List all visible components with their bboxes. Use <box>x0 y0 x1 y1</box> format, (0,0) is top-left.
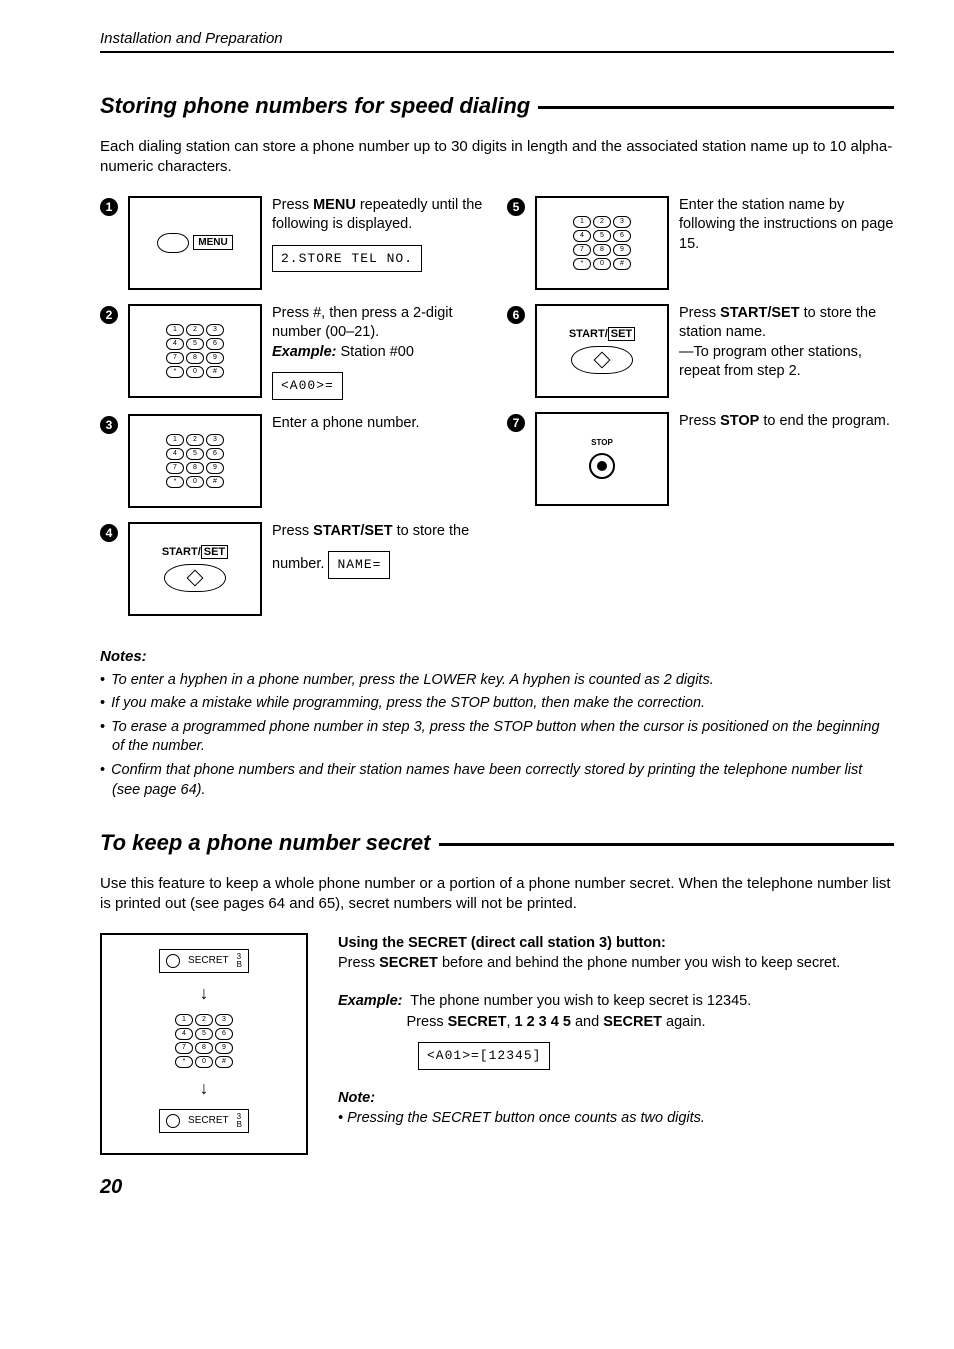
title-rule <box>538 106 894 109</box>
step6-text: Press START/SET to store the station nam… <box>679 305 876 341</box>
menu-button-icon: MENU <box>193 235 232 250</box>
keypad-icon: 123 456 789 *0# <box>175 1014 233 1068</box>
step-2: 2 123 456 789 *0# Press #, then press a … <box>100 304 487 400</box>
step-badge-3: 3 <box>100 416 118 434</box>
panel-startset-4: START/SET <box>128 522 262 616</box>
step-5: 5 123 456 789 *0# Enter the station name… <box>507 196 894 290</box>
lcd-1: 2.STORE TEL NO. <box>272 245 422 273</box>
step7-text: Press STOP to end the program. <box>679 412 894 506</box>
stop-icon <box>589 453 615 479</box>
using-header: Using the SECRET (direct call station 3)… <box>338 933 894 953</box>
lcd-4: NAME= <box>328 551 390 579</box>
note2-header: Note: <box>338 1088 894 1108</box>
panel-keypad-3: 123 456 789 *0# <box>128 414 262 508</box>
step-badge-6: 6 <box>507 306 525 324</box>
step-3: 3 123 456 789 *0# Enter a phone number. <box>100 414 487 508</box>
oval-icon <box>164 564 226 592</box>
step-badge-4: 4 <box>100 524 118 542</box>
section2-title: To keep a phone number secret <box>100 830 894 856</box>
section1-title-text: Storing phone numbers for speed dialing <box>100 93 530 119</box>
note-item: To enter a hyphen in a phone number, pre… <box>100 671 894 691</box>
oval-icon <box>571 346 633 374</box>
section1-intro: Each dialing station can store a phone n… <box>100 137 894 178</box>
panel-keypad-2: 123 456 789 *0# <box>128 304 262 398</box>
secret-button-row: SECRET 3B <box>159 949 249 973</box>
circle-icon <box>166 1114 180 1128</box>
using-text: Press SECRET before and behind the phone… <box>338 953 894 973</box>
diamond-icon <box>187 569 204 586</box>
section2-title-text: To keep a phone number secret <box>100 830 431 856</box>
panel-stop: STOP <box>535 412 669 506</box>
panel-startset-6: START/SET <box>535 304 669 398</box>
secret-button-row: SECRET 3B <box>159 1109 249 1133</box>
note-item: Confirm that phone numbers and their sta… <box>100 761 894 800</box>
oval-icon <box>157 233 189 253</box>
step2-example-val: Station #00 <box>336 344 413 360</box>
keypad-icon: 123 456 789 *0# <box>166 324 224 378</box>
secret-sup: 3B <box>237 1113 242 1129</box>
lcd-secret: <A01>=[12345] <box>418 1042 550 1070</box>
secret-panel: SECRET 3B ↓ 123 456 789 *0# ↓ SECRET 3B <box>100 933 308 1155</box>
down-arrow-icon: ↓ <box>200 983 209 1004</box>
step-4: 4 START/SET Press START/SET to store the… <box>100 522 487 616</box>
step-badge-2: 2 <box>100 306 118 324</box>
note2-text: • Pressing the SECRET button once counts… <box>338 1108 894 1128</box>
step-1: 1 MENU Press MENU repeatedly until the f… <box>100 196 487 290</box>
note-item: To erase a programmed phone number in st… <box>100 718 894 757</box>
step5-text: Enter the station name by following the … <box>679 196 894 290</box>
panel-keypad-5: 123 456 789 *0# <box>535 196 669 290</box>
secret-label: SECRET <box>188 955 229 966</box>
step2-text: Press #, then press a 2-digit number (00… <box>272 304 487 343</box>
stop-label: STOP <box>591 438 613 447</box>
secret-label: SECRET <box>188 1115 229 1126</box>
step-badge-1: 1 <box>100 198 118 216</box>
step-badge-5: 5 <box>507 198 525 216</box>
notes-list: To enter a hyphen in a phone number, pre… <box>100 671 894 800</box>
diamond-icon <box>594 351 611 368</box>
step-badge-7: 7 <box>507 414 525 432</box>
page-header: Installation and Preparation <box>100 30 894 53</box>
step6-sub: —To program other stations, repeat from … <box>679 343 894 382</box>
page-number: 20 <box>100 1176 122 1199</box>
step-6: 6 START/SET Press START/SET to store the… <box>507 304 894 398</box>
section1-title: Storing phone numbers for speed dialing <box>100 93 894 119</box>
keypad-icon: 123 456 789 *0# <box>573 216 631 270</box>
example-block: Example: The phone number you wish to ke… <box>338 991 894 1032</box>
keypad-icon: 123 456 789 *0# <box>166 434 224 488</box>
note-item: If you make a mistake while programming,… <box>100 694 894 714</box>
circle-icon <box>166 954 180 968</box>
startset-label: START/SET <box>569 328 635 340</box>
down-arrow-icon: ↓ <box>200 1078 209 1099</box>
step2-example-label: Example: <box>272 344 336 360</box>
section2-intro: Use this feature to keep a whole phone n… <box>100 874 894 915</box>
step-7: 7 STOP Press STOP to end the program. <box>507 412 894 506</box>
step3-text: Enter a phone number. <box>272 414 487 508</box>
step1-text: Press MENU repeatedly until the followin… <box>272 197 482 233</box>
startset-label: START/SET <box>162 546 228 558</box>
title-rule <box>439 843 895 846</box>
lcd-2: <A00>= <box>272 372 343 400</box>
panel-menu: MENU <box>128 196 262 290</box>
notes-header: Notes: <box>100 648 894 665</box>
secret-sup: 3B <box>237 953 242 969</box>
